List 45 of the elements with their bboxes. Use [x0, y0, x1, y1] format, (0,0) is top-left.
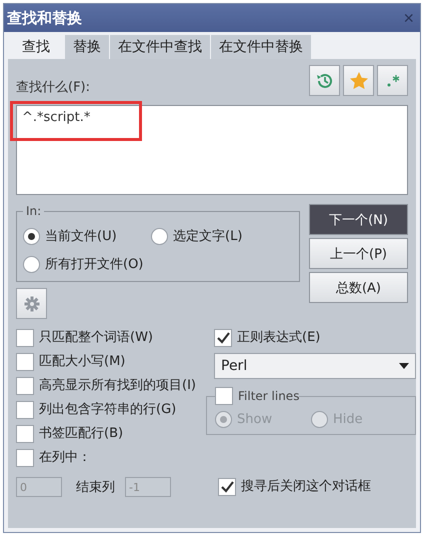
settings-icon [24, 296, 40, 312]
checkmark-icon [220, 481, 234, 493]
radio-option[interactable]: 选定文字(L) [151, 222, 279, 250]
checkbox[interactable] [214, 329, 232, 347]
radio-option[interactable]: 所有打开文件(O) [23, 250, 151, 278]
radio-option[interactable]: 当前文件(U) [23, 222, 151, 250]
window-title: 查找和替换 [7, 8, 82, 28]
tab[interactable]: 在文件中查找 [110, 35, 210, 59]
settings-button[interactable] [16, 288, 47, 319]
radio-button[interactable] [23, 228, 40, 244]
action-button[interactable]: 总数(A) [309, 272, 408, 303]
checkbox-label: 匹配大小写(M) [39, 354, 126, 370]
checkbox[interactable] [16, 449, 34, 467]
group-legend: In: [23, 204, 44, 218]
tab[interactable]: 替换 [65, 35, 109, 59]
checkbox-label: 高亮显示所有找到的项目(I) [39, 378, 197, 394]
checkbox-label: 搜寻后关闭这个对话框 [241, 479, 372, 495]
star-icon [348, 70, 368, 90]
checkbox-label: 正则表达式(E) [237, 330, 322, 346]
checkbox-label: 列出包含字符串的行(G) [39, 402, 178, 418]
checkbox[interactable] [16, 425, 34, 443]
checkbox[interactable] [16, 353, 34, 371]
regex-engine-dropdown[interactable]: Perl [214, 353, 416, 379]
action-button[interactable]: 下一个(N) [309, 204, 408, 235]
radio-button[interactable] [151, 228, 168, 244]
favorites-button[interactable] [343, 65, 374, 96]
regex-icon [384, 72, 400, 88]
tab[interactable]: 在文件中替换 [211, 35, 311, 59]
checkbox-label: 书签匹配行(B) [39, 426, 124, 442]
end-column-label: 结束列 [76, 479, 115, 496]
action-button[interactable]: 上一个(P) [309, 238, 408, 269]
regex-button[interactable] [377, 65, 408, 96]
checkbox[interactable] [16, 329, 34, 347]
checkbox[interactable] [16, 377, 34, 395]
history-button[interactable] [309, 65, 340, 96]
checkmark-icon [216, 332, 230, 344]
checkbox-label: 只匹配整个词语(W) [39, 330, 154, 346]
checkbox-label: 在列中： [39, 450, 92, 466]
find-label: 查找什么(F): [16, 79, 90, 96]
checkbox[interactable] [16, 401, 34, 419]
caret-icon [399, 363, 409, 369]
radio-button[interactable] [23, 256, 40, 272]
checkbox-label: Filter lines [238, 389, 300, 403]
checkbox[interactable] [218, 478, 236, 496]
find-input[interactable]: ^.*script.* [16, 105, 408, 195]
